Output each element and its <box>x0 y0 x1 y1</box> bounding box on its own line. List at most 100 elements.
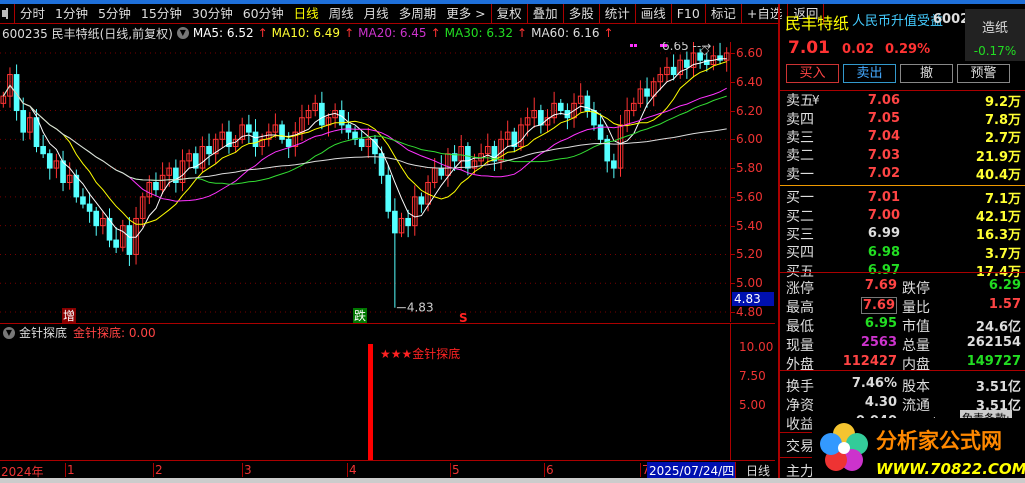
stat-value: 112427 <box>842 354 897 369</box>
stat-value: 149727 <box>966 354 1021 369</box>
menu-item-period[interactable]: 更多 > <box>441 4 490 24</box>
stat-value: 4.30 <box>864 395 897 410</box>
stat-label: 最高 <box>786 300 814 316</box>
order-book-row: 买二 7.00 42.1万 <box>780 206 1025 225</box>
menu-item-period[interactable]: 周线 <box>324 4 359 24</box>
candle-body <box>86 203 93 212</box>
candle-body <box>153 181 159 191</box>
candle-body <box>93 210 100 227</box>
order-book-row: 买四 6.98 3.7万 <box>780 243 1025 262</box>
price-tick: 5.00 <box>736 276 763 291</box>
stat-row: 最高 7.69 量比 1.57 <box>780 296 1025 316</box>
sector-box[interactable]: 造纸 -0.17% <box>965 9 1025 61</box>
panel-toggle-icon[interactable] <box>2 8 8 19</box>
price-axis: 6.60 6.40 6.20 6.00 5.80 5.60 5.40 5.20 5.00 4.80 <box>730 42 775 322</box>
level-price[interactable]: 6.99 <box>840 226 900 241</box>
dropdown-icon[interactable]: ▼ <box>176 27 189 39</box>
current-price-tag: 4.83 <box>732 292 774 306</box>
menu-item-period[interactable]: 分时 <box>15 4 50 24</box>
level-price[interactable]: 7.01 <box>840 190 900 205</box>
toolbar-button[interactable]: 多股 <box>564 3 600 24</box>
sell-button[interactable]: 卖出 <box>843 64 896 83</box>
marker-die: 跌 <box>354 308 366 323</box>
ma30-label: MA30: 6.32 <box>444 26 514 40</box>
candle-body <box>392 210 398 234</box>
date-tick: 4 <box>347 463 357 477</box>
order-book-row: 买一 7.01 7.1万 <box>780 188 1025 207</box>
indicator-name[interactable]: 金针探底 <box>19 324 67 341</box>
diamond-icon[interactable]: ◇ <box>700 43 710 57</box>
price-tick: 5.20 <box>736 247 763 262</box>
current-date: 2025/07/24/四 <box>647 462 737 479</box>
sector-name: 造纸 <box>981 21 1008 36</box>
level-price[interactable]: 7.03 <box>840 148 900 163</box>
stat-value: 3.51亿 <box>975 380 1021 395</box>
candle-body <box>405 217 411 227</box>
menu-item-period[interactable]: 月线 <box>359 4 394 24</box>
menu-item-period[interactable]: 60分钟 <box>238 4 289 24</box>
date-tick: 3 <box>242 463 252 477</box>
menu-item-period[interactable]: 多周期 <box>394 4 442 24</box>
stat-label: 市值 <box>902 319 930 335</box>
dropdown-icon[interactable]: ▼ <box>3 326 15 339</box>
candle-body <box>372 138 378 155</box>
buy-button[interactable]: 买入 <box>786 64 839 83</box>
toolbar-button[interactable]: 标记 <box>706 3 742 24</box>
toolbar-button[interactable]: 复权 <box>492 3 528 24</box>
level-label: 卖四 <box>786 111 814 128</box>
menu-item-period[interactable]: 15分钟 <box>136 4 187 24</box>
stat-row: 换手 7.46% 股本 3.51亿 <box>780 375 1025 395</box>
level-label: 卖一 <box>786 166 814 183</box>
level-label: 卖三 <box>786 129 814 146</box>
level-price[interactable]: 7.00 <box>840 208 900 223</box>
stat-row: 现量 2563 总量 262154 <box>780 334 1025 354</box>
stat-value: 6.95 <box>864 316 897 331</box>
level-label: 买一 <box>786 190 814 207</box>
stat-label: 涨停 <box>786 281 814 297</box>
candle-body <box>13 74 20 112</box>
alert-button[interactable]: 预警 <box>957 64 1010 83</box>
level-volume: 7.1万 <box>984 191 1021 207</box>
order-book-row: 买三 6.99 16.3万 <box>780 225 1025 243</box>
level-price[interactable]: 7.04 <box>840 129 900 144</box>
level-volume: 7.8万 <box>984 113 1021 129</box>
period-menubar: 分时 1分钟 5分钟 15分钟 30分钟 60分钟 日线 周线 月线 多周期 更多 > 复权 叠加 多股… <box>0 3 825 24</box>
price-tick: 5.60 <box>736 189 763 204</box>
candle-body <box>557 102 564 112</box>
price-tick: 5.40 <box>736 218 763 233</box>
last-price: 7.01 <box>788 38 830 58</box>
candle-body <box>279 124 285 140</box>
trade-label: 交易 <box>786 439 814 455</box>
stat-value: 262154 <box>966 335 1021 350</box>
toolbar-button[interactable]: 画线 <box>636 3 672 24</box>
candle-body <box>40 146 46 155</box>
indicator-value: 金针探底: 0.00 <box>73 326 156 340</box>
order-book-row: 卖二 7.03 21.9万 <box>780 146 1025 165</box>
level-price[interactable]: 6.98 <box>840 245 900 260</box>
menu-item-period[interactable]: 1分钟 <box>50 4 93 24</box>
stat-value: 6.29 <box>988 278 1021 293</box>
stock-concept-tag[interactable]: 人民币升值受益 <box>852 10 943 29</box>
toolbar-button[interactable]: 统计 <box>600 3 636 24</box>
level-volume: 9.2万 <box>984 94 1021 110</box>
level-price[interactable]: 7.06 <box>840 93 900 108</box>
menu-item-period[interactable]: 5分钟 <box>93 4 136 24</box>
toolbar-button[interactable]: F10 <box>672 3 706 24</box>
stat-label: 股本 <box>902 379 930 395</box>
date-tick: 1 <box>65 463 75 477</box>
level-price[interactable]: 7.02 <box>840 166 900 181</box>
candle-body <box>438 167 445 176</box>
stock-code: 6002 <box>933 12 970 27</box>
date-tick: 5 <box>450 463 460 477</box>
toolbar-button[interactable]: 叠加 <box>528 3 564 24</box>
candle-body <box>20 110 27 133</box>
menu-item-period[interactable]: 日线 <box>289 4 324 24</box>
cancel-order-button[interactable]: 撤 <box>900 64 953 83</box>
stock-name: 民丰特纸 <box>785 14 850 33</box>
kline-chart[interactable]: 4.836.65 --→增跌 S◇★★★金针探底 <box>0 42 730 460</box>
level-price[interactable]: 7.05 <box>840 111 900 126</box>
stat-row: 最低 6.95 市值 24.6亿 <box>780 315 1025 335</box>
candle-body <box>465 146 471 169</box>
menu-item-period[interactable]: 30分钟 <box>187 4 238 24</box>
ma60-label: MA60: 6.16 <box>531 26 600 40</box>
